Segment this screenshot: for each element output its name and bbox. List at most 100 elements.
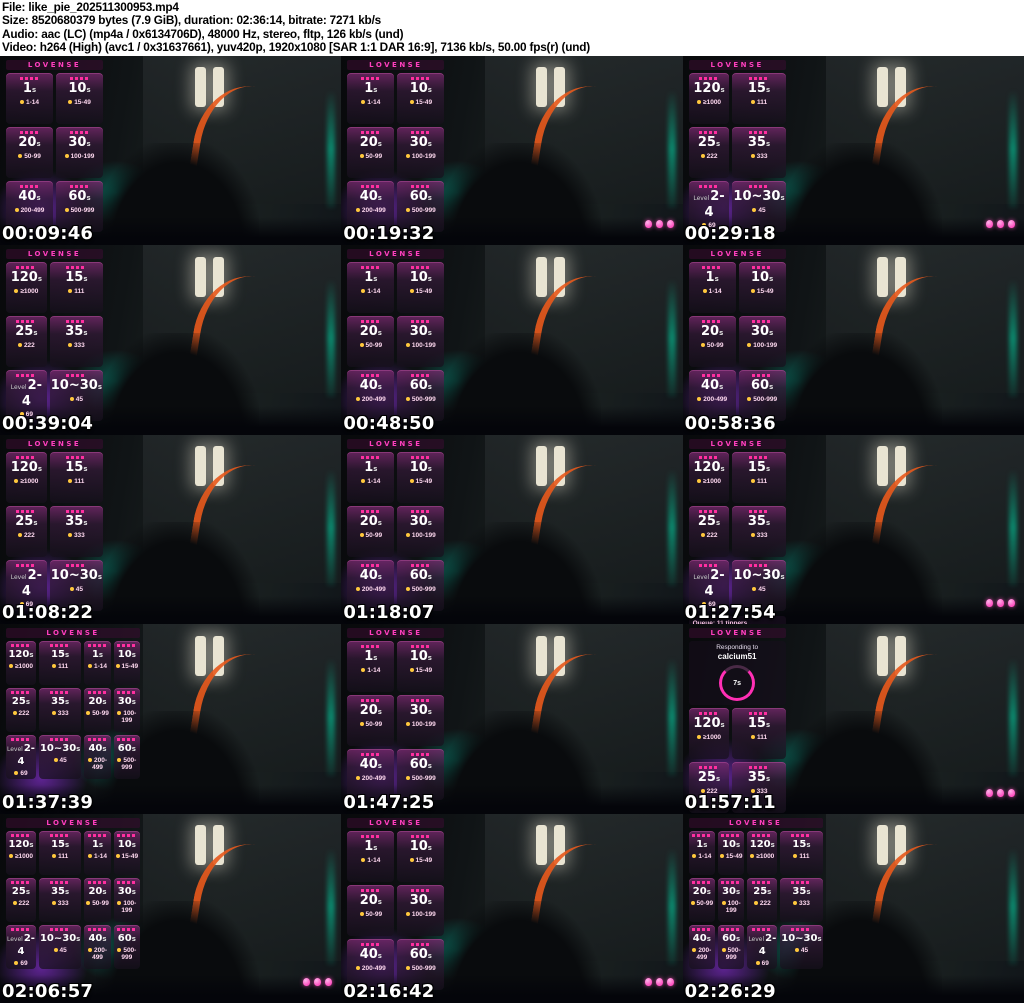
thumbnail[interactable]: LOVENSE 120s ≥1000 15s 111 25s 222 35s 333 Level2… xyxy=(0,434,342,625)
tip-menus: 1s 1-14 10s 15-49 20s 50-99 30s 100-199 40s 200-4… xyxy=(347,262,445,422)
tip-duration: 10s xyxy=(409,838,432,854)
tip-duration: 120s xyxy=(693,716,725,732)
tip-menu-tile: 10~30s 45 xyxy=(38,735,82,780)
vibration-pattern-icon xyxy=(410,266,431,270)
seconds-suffix: s xyxy=(65,887,70,896)
thumbnail[interactable]: LOVENSE Responding to calcium51 7s 120s ≥1000… xyxy=(682,624,1024,814)
tip-gift-icon xyxy=(996,788,1004,797)
vibration-pattern-icon xyxy=(410,942,431,946)
token-range: 100-199 xyxy=(398,153,443,160)
thumbnail[interactable]: LOVENSE 120s ≥1000 15s 111 25s 222 35s 333 Level2… xyxy=(0,813,342,1003)
thumbnail[interactable]: LOVENSE 1s 1-14 10s 15-49 20s 50-99 30s 100-199 4… xyxy=(341,813,683,1003)
token-dot-icon xyxy=(692,947,697,952)
tip-level-prefix: Level xyxy=(748,935,765,943)
tip-duration: Level2-4 xyxy=(7,743,35,768)
tip-menu-tile: 15s 111 xyxy=(49,451,103,503)
token-range: 222 xyxy=(7,532,46,539)
tip-menu-tile: 35s 333 xyxy=(49,505,103,557)
token-dot-icon xyxy=(719,853,724,858)
vibration-pattern-icon xyxy=(410,509,431,513)
timestamp-label: 01:08:22 xyxy=(2,602,94,624)
tip-gift-icon xyxy=(996,599,1004,608)
tip-duration: 120s xyxy=(693,459,725,475)
token-dot-icon xyxy=(88,947,92,952)
tip-menu-tile: 15s 111 xyxy=(732,73,786,124)
tip-duration: 10~30s xyxy=(733,567,785,583)
token-dot-icon xyxy=(359,911,364,916)
vibration-pattern-icon xyxy=(749,509,770,513)
vibration-pattern-icon xyxy=(87,738,108,742)
token-dot-icon xyxy=(405,532,410,537)
tip-duration: 60s xyxy=(409,189,432,204)
thumbnail[interactable]: LOVENSE 1s 1-14 10s 15-49 20s 50-99 30s 100-199 4… xyxy=(341,56,683,246)
tip-duration: 1s xyxy=(364,838,378,854)
seconds-suffix: s xyxy=(377,762,382,771)
tip-level-prefix: Level xyxy=(10,384,27,392)
thumbnail[interactable]: LOVENSE 120s ≥1000 15s 111 25s 222 35s 333 Level2… xyxy=(0,245,342,435)
seconds-suffix: s xyxy=(706,934,711,943)
tip-duration: 35s xyxy=(51,885,70,897)
seconds-suffix: s xyxy=(33,329,38,338)
vibration-pattern-icon xyxy=(16,266,37,270)
token-dot-icon xyxy=(747,397,752,402)
tip-emoji-icons xyxy=(644,220,674,229)
tip-menu-tile: 20s 50-99 xyxy=(688,877,715,922)
token-dot-icon xyxy=(752,586,757,591)
tip-menus: 120s≥100015s11125s22235s333Level2-46910~… xyxy=(6,830,140,969)
vibration-pattern-icon xyxy=(360,185,381,188)
thumbnail-grid: LOVENSE 1s 1-14 10s 15-49 20s 50-99 30s 100-199 4… xyxy=(0,56,1024,1003)
thumbnail[interactable]: LOVENSE 1s 1-14 10s 15-49 20s 50-99 30s 100-199 4… xyxy=(682,245,1024,435)
token-dot-icon xyxy=(359,343,364,348)
token-dot-icon xyxy=(19,100,24,104)
vibration-pattern-icon xyxy=(66,455,87,459)
tip-duration: 15s xyxy=(51,838,70,850)
timestamp-label: 01:47:25 xyxy=(343,791,435,813)
tip-duration: 15s xyxy=(65,270,88,286)
thumbnail[interactable]: LOVENSE 1s 1-14 10s 15-49 20s 50-99 30s 100-199 4… xyxy=(341,434,683,625)
token-dot-icon xyxy=(700,343,705,348)
lovense-banner: LOVENSE xyxy=(688,817,823,828)
token-dot-icon xyxy=(793,853,798,858)
thumbnail[interactable]: LOVENSE 120s ≥1000 15s 111 25s 222 35s 333 Level2… xyxy=(682,434,1024,625)
token-range: 15-49 xyxy=(719,853,743,860)
token-range: 333 xyxy=(781,900,821,907)
tip-menu: 1s 1-14 10s 15-49 20s 50-99 30s 100-199 40s 200-4… xyxy=(6,73,103,232)
thumbnail[interactable]: LOVENSE 1s 1-14 10s 15-49 20s 50-99 30s 100-199 4… xyxy=(0,56,342,246)
tip-duration: 35s xyxy=(792,885,811,897)
token-dot-icon xyxy=(88,664,92,669)
seconds-suffix: s xyxy=(98,840,104,849)
vibration-pattern-icon xyxy=(721,927,742,931)
vibration-pattern-icon xyxy=(749,766,770,770)
tip-gift-icon xyxy=(1007,788,1015,797)
seconds-suffix: s xyxy=(377,897,382,906)
countdown-ring: 7s xyxy=(719,665,756,702)
tip-menu-tile: 35s 333 xyxy=(732,505,786,557)
thumbnail[interactable]: LOVENSE 1s 1-14 10s 15-49 20s 50-99 30s 100-199 4… xyxy=(682,813,1024,1003)
tip-duration: 40s xyxy=(359,567,382,583)
tip-emoji-icons xyxy=(985,788,1015,797)
token-range: ≥1000 xyxy=(7,478,46,485)
tip-duration: 15s xyxy=(792,838,811,850)
tip-duration: 1s xyxy=(91,838,104,850)
thumbnail[interactable]: LOVENSE 1s 1-14 10s 15-49 20s 50-99 30s 100-199 4… xyxy=(341,624,683,814)
token-dot-icon xyxy=(117,900,122,905)
tip-menu-tile: 120s ≥1000 xyxy=(6,641,36,686)
tip-menu-tile: 120s ≥1000 xyxy=(6,451,47,503)
tip-duration: 60s xyxy=(68,189,91,204)
token-range: 15-49 xyxy=(115,853,139,860)
thumbnail[interactable]: LOVENSE 120s ≥1000 15s 111 25s 222 35s 333 Level2… xyxy=(682,56,1024,246)
led-strip-glow xyxy=(1009,279,1018,397)
token-range: 500-999 xyxy=(740,396,785,403)
tip-duration: 10s xyxy=(409,270,432,286)
stream-overlay-panel: LOVENSE Responding to calcium51 7s 120s ≥1000… xyxy=(688,628,786,814)
vibration-pattern-icon xyxy=(699,509,720,513)
tip-menu-tile: 10~30s 45 xyxy=(780,924,823,969)
tip-duration: 30s xyxy=(68,135,91,150)
thumbnail[interactable]: LOVENSE 1s 1-14 10s 15-49 20s 50-99 30s 100-199 4… xyxy=(341,245,683,435)
tip-duration: 30s xyxy=(409,324,432,340)
seconds-suffix: s xyxy=(720,86,725,94)
thumbnail[interactable]: LOVENSE 120s ≥1000 15s 111 25s 222 35s 333 Level2… xyxy=(0,624,342,814)
tip-menu: 1s 1-14 10s 15-49 20s 50-99 30s 100-199 40s 200-4… xyxy=(347,262,445,422)
vibration-pattern-icon xyxy=(50,880,71,884)
tip-level-prefix: Level xyxy=(10,573,27,581)
